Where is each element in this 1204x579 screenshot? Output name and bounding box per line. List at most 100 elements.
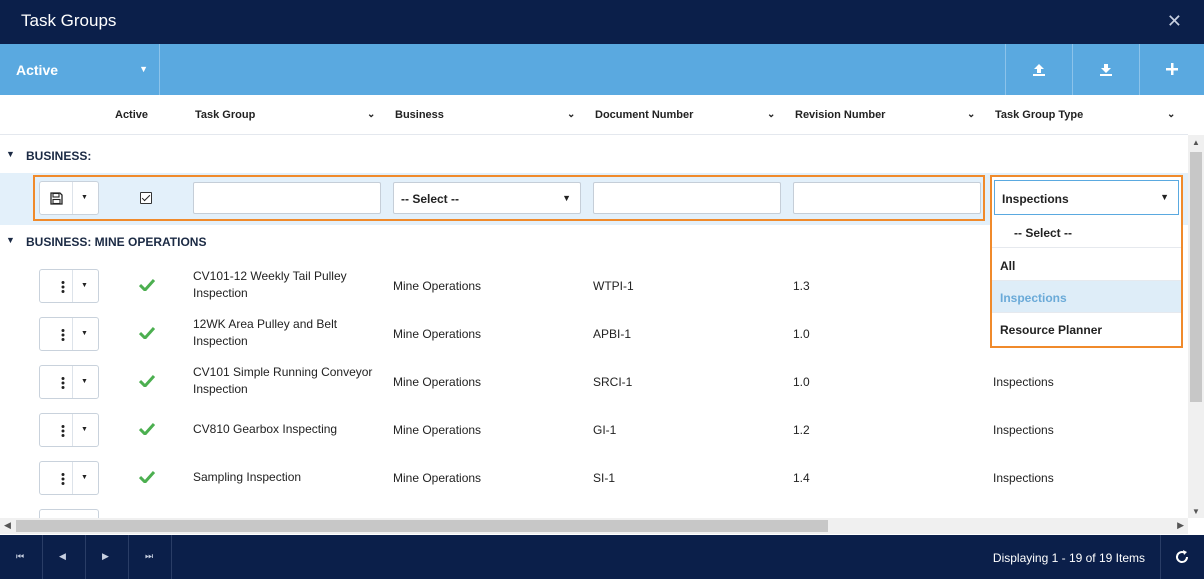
dropdown-option-inspections[interactable]: Inspections [992, 281, 1181, 313]
dropdown-option-label: Resource Planner [1000, 323, 1103, 337]
chevron-down-icon[interactable]: ⌄ [567, 109, 575, 120]
row-actions-button[interactable]: ▼ [39, 413, 99, 447]
group-label: BUSINESS: [26, 149, 92, 163]
window-title: Task Groups [21, 11, 117, 30]
horizontal-scrollbar[interactable]: ◀ ▶ [0, 518, 1188, 534]
task-group-cell: CV810 Gearbox Inspecting [193, 422, 338, 436]
caret-down-icon: ▼ [1160, 192, 1169, 202]
plus-icon [1166, 63, 1178, 75]
vertical-dots-icon [61, 425, 65, 437]
vertical-scroll-thumb[interactable] [1190, 152, 1202, 402]
business-cell: Mine Operations [393, 471, 482, 485]
column-header-business[interactable]: Business [395, 109, 444, 121]
row-actions-toggle[interactable]: ▼ [73, 318, 98, 350]
scroll-up-icon[interactable]: ▲ [1192, 138, 1200, 147]
column-header-task-group[interactable]: Task Group [195, 109, 255, 121]
first-page-icon: ⏮ [16, 551, 25, 561]
row-actions-button[interactable] [39, 509, 99, 518]
last-page-button[interactable]: ⏭ [129, 535, 172, 579]
more-options-button[interactable] [40, 462, 73, 494]
title-bar: Task Groups ✕ [0, 0, 1204, 44]
vertical-dots-icon [61, 281, 65, 293]
refresh-icon [1176, 550, 1189, 563]
scroll-down-icon[interactable]: ▼ [1192, 507, 1200, 516]
row-actions-button[interactable]: ▼ [39, 461, 99, 495]
dropdown-option-select[interactable]: -- Select -- [992, 216, 1181, 248]
scroll-left-icon[interactable]: ◀ [4, 520, 11, 531]
edit-row-highlight [33, 175, 985, 221]
document-number-cell: APBI-1 [593, 327, 632, 341]
download-button[interactable] [1072, 44, 1138, 95]
column-header-document-number[interactable]: Document Number [595, 109, 693, 121]
dropdown-option-label: -- Select -- [1014, 226, 1073, 240]
row-actions-toggle[interactable]: ▼ [73, 366, 98, 398]
row-actions-toggle[interactable]: ▼ [73, 270, 98, 302]
more-options-button[interactable] [40, 414, 73, 446]
chevron-down-icon: ▼ [81, 282, 88, 289]
dropdown-option-label: All [1000, 259, 1016, 273]
close-icon[interactable]: ✕ [1167, 11, 1182, 32]
task-group-type-cell: Inspections [993, 471, 1054, 485]
chevron-down-icon[interactable]: ⌄ [967, 109, 975, 120]
task-group-cell: CV101 Simple Running Conveyor Inspection [193, 365, 373, 396]
upload-button[interactable] [1005, 44, 1071, 95]
revision-number-cell: 1.3 [793, 279, 810, 293]
download-icon [1100, 64, 1112, 76]
horizontal-scroll-thumb[interactable] [16, 520, 828, 532]
collapse-triangle-icon[interactable]: ▼ [6, 235, 15, 245]
dropdown-option-label: Inspections [1000, 291, 1067, 305]
dropdown-option-all[interactable]: All [992, 249, 1181, 281]
table-row: ▼ CV101 Simple Running Conveyor Inspecti… [0, 358, 1188, 406]
business-cell: Mine Operations [393, 423, 482, 437]
check-icon [139, 327, 155, 339]
row-actions-toggle[interactable]: ▼ [73, 414, 98, 446]
refresh-button[interactable] [1160, 535, 1204, 579]
chevron-down-icon: ▼ [139, 64, 148, 74]
first-page-button[interactable]: ⏮ [0, 535, 43, 579]
active-filter-label: Active [16, 62, 59, 78]
column-header-active[interactable]: Active [115, 109, 148, 121]
dropdown-option-resource-planner[interactable]: Resource Planner [992, 313, 1181, 345]
task-group-type-select-value: Inspections [1002, 192, 1069, 206]
add-button[interactable] [1139, 44, 1204, 95]
chevron-down-icon: ▼ [81, 426, 88, 433]
active-filter-dropdown[interactable]: Active ▼ [0, 44, 160, 95]
task-group-type-select[interactable]: Inspections ▼ [994, 180, 1179, 215]
check-icon [139, 423, 155, 435]
check-icon [139, 279, 155, 291]
previous-page-icon: ◀ [59, 551, 66, 561]
more-options-button[interactable] [40, 270, 73, 302]
revision-number-cell: 1.0 [793, 375, 810, 389]
vertical-scrollbar[interactable]: ▲ ▼ [1188, 135, 1204, 518]
vertical-dots-icon [61, 473, 65, 485]
chevron-down-icon[interactable]: ⌄ [367, 109, 375, 120]
row-actions-button[interactable]: ▼ [39, 269, 99, 303]
task-group-type-cell: Inspections [993, 375, 1054, 389]
task-group-cell: 12WK Area Pulley and Belt Inspection [193, 317, 338, 348]
business-cell: Mine Operations [393, 375, 482, 389]
scroll-right-icon[interactable]: ▶ [1177, 520, 1184, 531]
row-actions-button[interactable]: ▼ [39, 317, 99, 351]
previous-page-button[interactable]: ◀ [43, 535, 86, 579]
pager: ⏮ ◀ ▶ ⏭ Displaying 1 - 19 of 19 Items [0, 535, 1204, 579]
check-icon [139, 375, 155, 387]
chevron-down-icon: ▼ [81, 378, 88, 385]
chevron-down-icon[interactable]: ⌄ [767, 109, 775, 120]
document-number-cell: WTPI-1 [593, 279, 634, 293]
next-page-icon: ▶ [102, 551, 109, 561]
column-header-revision-number[interactable]: Revision Number [795, 109, 885, 121]
more-options-button[interactable] [40, 366, 73, 398]
revision-number-cell: 1.4 [793, 471, 810, 485]
next-page-button[interactable]: ▶ [86, 535, 129, 579]
more-options-button[interactable] [40, 318, 73, 350]
column-header-task-group-type[interactable]: Task Group Type [995, 109, 1083, 121]
chevron-down-icon[interactable]: ⌄ [1167, 109, 1175, 120]
toolbar: Active ▼ [0, 44, 1204, 95]
row-actions-button[interactable]: ▼ [39, 365, 99, 399]
row-actions-toggle[interactable]: ▼ [73, 462, 98, 494]
task-group-cell: Sampling Inspection [193, 470, 302, 484]
revision-number-cell: 1.0 [793, 327, 810, 341]
collapse-triangle-icon[interactable]: ▼ [6, 149, 15, 159]
document-number-cell: GI-1 [593, 423, 617, 437]
last-page-icon: ⏭ [145, 551, 154, 561]
